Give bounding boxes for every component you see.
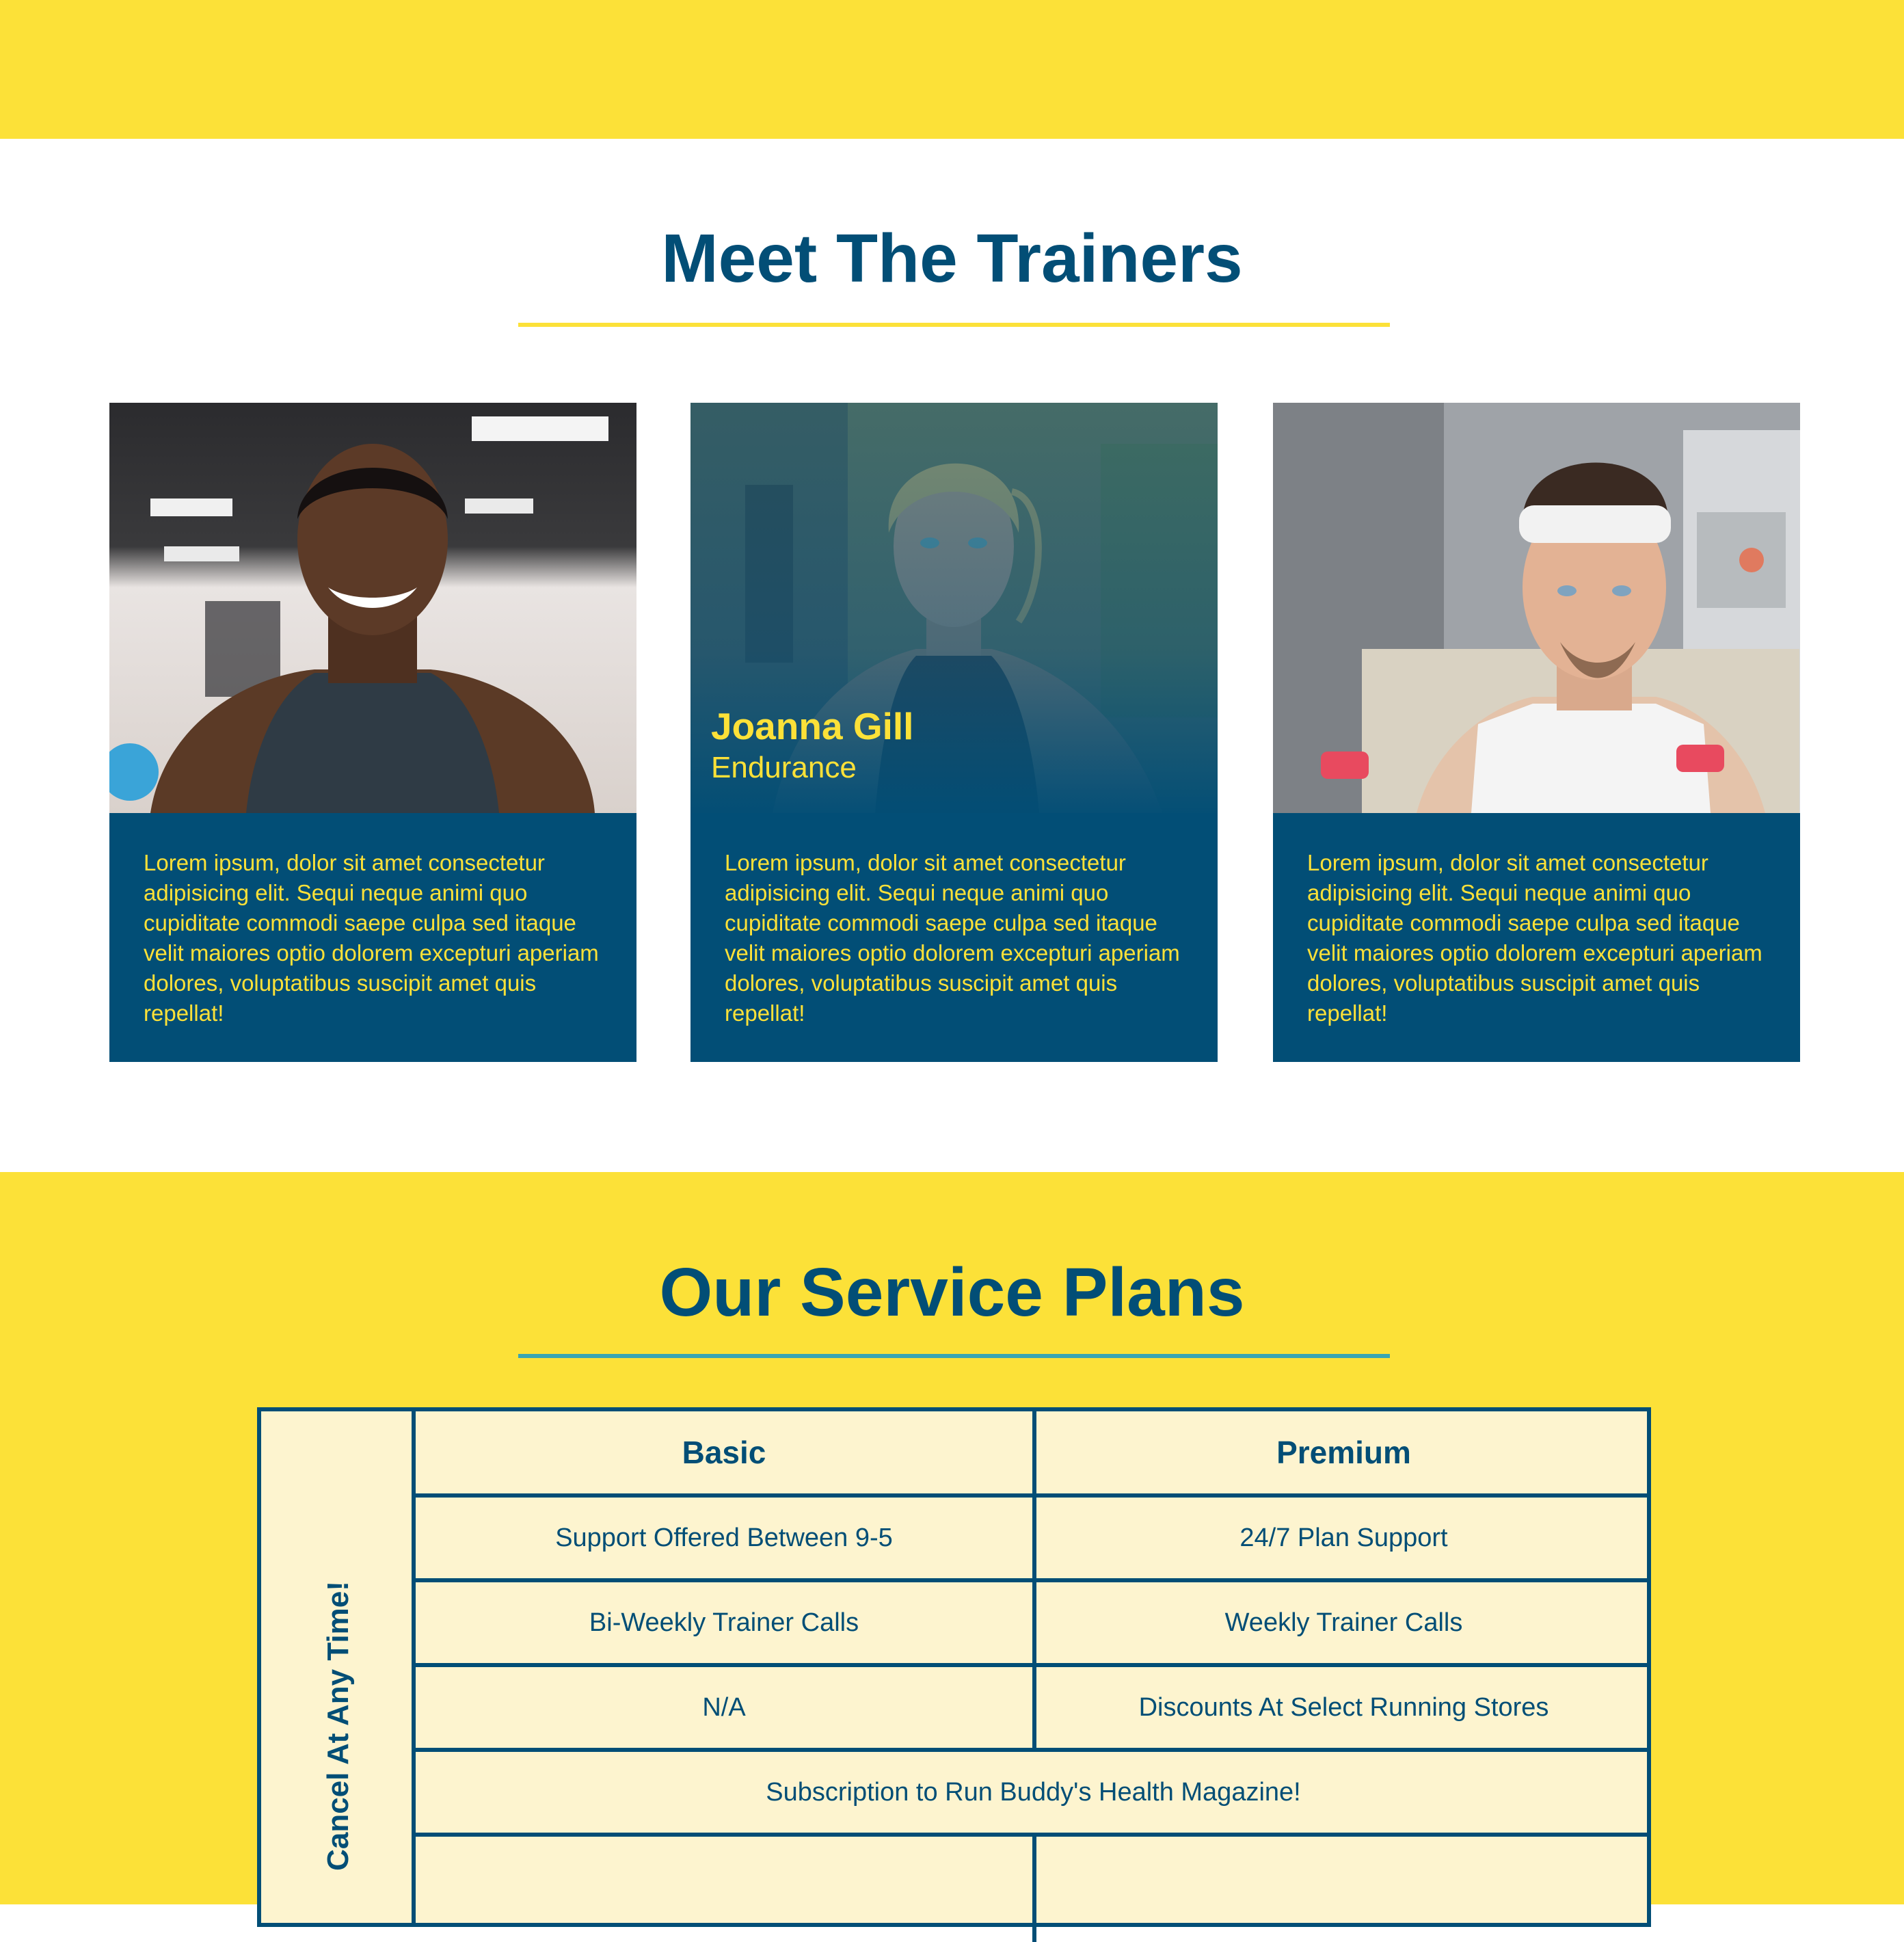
table-divider <box>1032 1833 1036 1942</box>
cancel-anytime-label: Cancel At Any Time! <box>321 1581 355 1871</box>
table-cell-full-row: Subscription to Run Buddy's Health Magaz… <box>766 1777 1301 1807</box>
table-divider <box>1032 1411 1036 1752</box>
table-cell: 24/7 Plan Support <box>1239 1523 1448 1552</box>
table-cell: Support Offered Between 9-5 <box>555 1523 893 1552</box>
table-cell-empty <box>1036 1837 1651 1932</box>
plan-header-basic: Basic <box>682 1435 766 1470</box>
cancel-side-cell: Cancel At Any Time! <box>261 1411 416 1923</box>
plans-heading: Our Service Plans <box>659 1254 1245 1331</box>
trainer-photo-2: Joanna Gill Endurance <box>690 403 1218 813</box>
table-cell-empty <box>416 1837 1032 1932</box>
table-cell: N/A <box>702 1692 746 1722</box>
trainer-photo-1 <box>109 403 636 813</box>
plans-heading-underline <box>518 1354 1390 1358</box>
trainer-bio-3: Lorem ipsum, dolor sit amet consectetur … <box>1307 850 1762 1026</box>
table-cell: Weekly Trainer Calls <box>1224 1608 1463 1637</box>
top-color-band <box>0 0 1904 139</box>
trainer-name: Joanna Gill <box>711 705 914 747</box>
trainer-role: Endurance <box>711 751 857 784</box>
table-cell: Bi-Weekly Trainer Calls <box>589 1608 859 1637</box>
trainer-bio-2: Lorem ipsum, dolor sit amet consectetur … <box>725 850 1180 1026</box>
plan-header-premium: Premium <box>1276 1435 1411 1470</box>
trainer-card-2: Joanna Gill Endurance Lorem ipsum, dolor… <box>690 403 1218 1062</box>
trainer-card-1: Lorem ipsum, dolor sit amet consectetur … <box>109 403 636 1062</box>
trainer-card-3: Lorem ipsum, dolor sit amet consectetur … <box>1273 403 1800 1062</box>
trainers-heading: Meet The Trainers <box>661 220 1243 297</box>
table-cell: Discounts At Select Running Stores <box>1138 1692 1549 1722</box>
plans-table: Cancel At Any Time! Basic Premium Suppor… <box>257 1407 1651 1942</box>
trainer-bio-1: Lorem ipsum, dolor sit amet consectetur … <box>144 850 599 1026</box>
trainer-photo-3 <box>1273 403 1800 813</box>
trainers-heading-underline <box>518 323 1390 327</box>
